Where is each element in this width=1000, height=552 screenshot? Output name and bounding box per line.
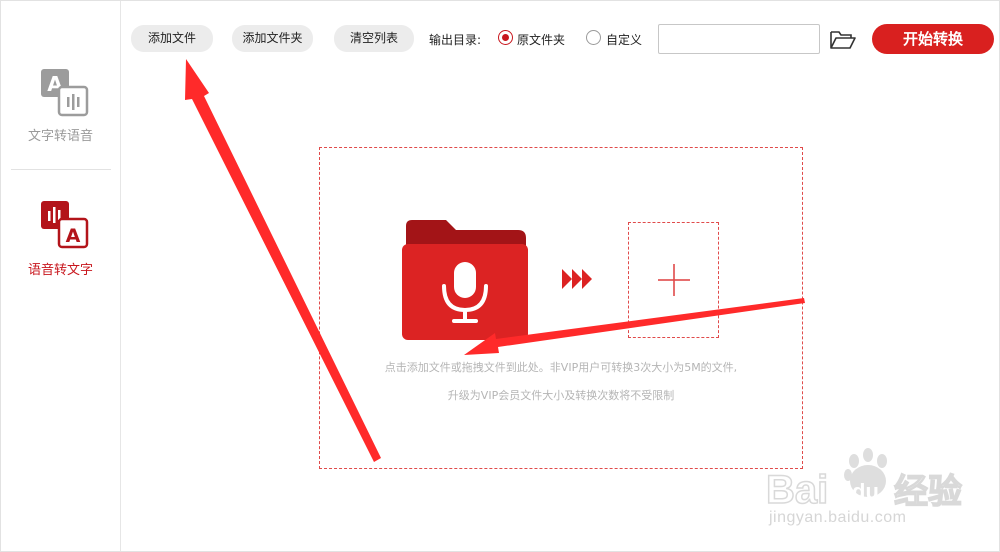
drop-hint-line1: 点击添加文件或拖拽文件到此处。非VIP用户可转换3次大小为5M的文件, [384,361,738,374]
microphone-folder-icon [402,220,528,340]
sidebar-item-label: 语音转文字 [27,263,93,278]
speech-to-text-icon: A [41,201,89,249]
radio-custom-folder-label[interactable]: 自定义 [606,31,642,48]
sidebar-item-text-to-speech[interactable]: A 文字转语音 [1,59,120,169]
output-path-input[interactable] [658,24,820,54]
output-dir-label: 输出目录: [429,33,482,47]
radio-original-folder-label[interactable]: 原文件夹 [517,31,565,48]
watermark-url: jingyan.baidu.com [769,509,907,526]
add-file-button[interactable]: 添加文件 [131,25,213,52]
triple-chevron-right-icon [562,269,592,289]
folder-open-icon[interactable] [829,29,857,51]
sidebar-divider [11,169,111,170]
sidebar: A 文字转语音 A 语音转文字 [1,1,121,551]
svg-text:Bai: Bai [766,468,828,512]
add-folder-button[interactable]: 添加文件夹 [232,25,313,52]
svg-text:A: A [66,225,81,247]
svg-text:du: du [852,479,879,504]
svg-text:经验: 经验 [894,472,962,512]
radio-original-folder[interactable] [498,30,513,45]
text-to-speech-icon: A [41,69,89,117]
sidebar-item-speech-to-text[interactable]: A 语音转文字 [1,191,120,301]
drop-hint-line2: 升级为VIP会员文件大小及转换次数将不受限制 [447,389,675,402]
sidebar-item-label: 文字转语音 [27,129,93,144]
clear-list-button[interactable]: 清空列表 [334,25,414,52]
radio-custom-folder[interactable] [586,30,601,45]
start-convert-button[interactable]: 开始转换 [872,24,994,54]
app-window: A 文字转语音 A 语音转文字 添加文件 添加文件夹 清空列表 输出目录: 原文… [0,0,1000,552]
add-file-target[interactable] [628,222,719,338]
plus-icon [658,264,690,296]
file-drop-zone[interactable]: 点击添加文件或拖拽文件到此处。非VIP用户可转换3次大小为5M的文件, 升级为V… [319,147,803,469]
